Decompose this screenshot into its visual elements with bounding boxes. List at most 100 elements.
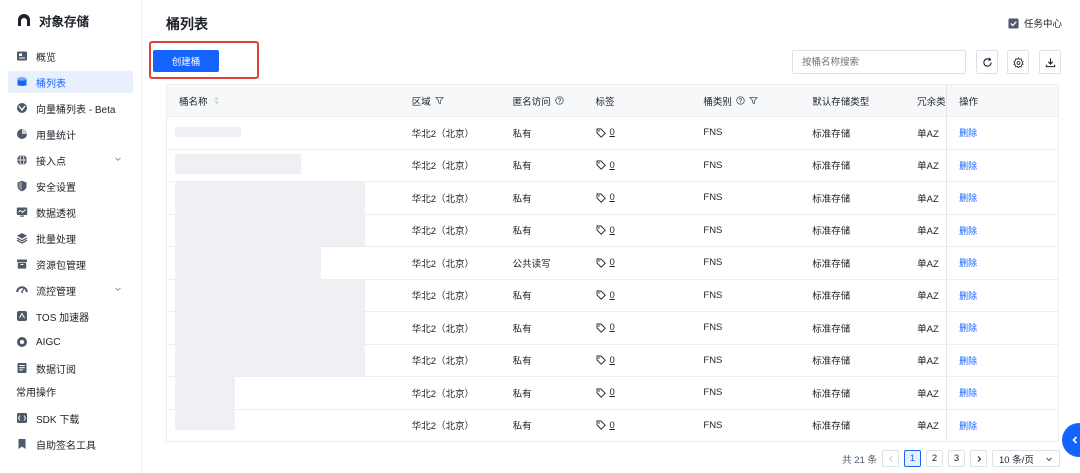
cell-name[interactable] [167, 182, 400, 214]
tag-count[interactable]: 0 [610, 355, 615, 366]
gear-icon [1012, 56, 1024, 68]
delete-link[interactable]: 删除 [959, 159, 977, 172]
cell-access: 私有 [512, 323, 532, 335]
col-access-label: 匿名访问 [512, 96, 551, 108]
cell-name[interactable] [167, 247, 400, 279]
sidebar-item-2[interactable]: 向量桶列表 - Beta [8, 97, 133, 119]
bucket-search-input[interactable] [792, 50, 966, 74]
sidebar-item-label: 资源包管理 [36, 260, 86, 272]
sidebar-item-5[interactable]: 安全设置 [8, 175, 133, 197]
cell-tags[interactable]: 0 [584, 387, 692, 398]
cell-class: FNS [703, 224, 723, 236]
redacted-bucket-name [175, 344, 365, 376]
col-redundancy-header: 冗余类 [909, 94, 946, 108]
page-size-select[interactable]: 10 条/页 [992, 450, 1060, 467]
common-item-0[interactable]: SDK 下载 [8, 407, 133, 429]
cell-name[interactable] [167, 117, 400, 149]
col-tags-header: 标签 [584, 94, 692, 108]
cell-name[interactable] [167, 344, 400, 376]
cell-name[interactable] [167, 279, 400, 311]
cell-tags[interactable]: 0 [584, 160, 692, 171]
help-icon[interactable] [554, 96, 564, 105]
bucket-table: 桶名称 区域 匿名访问 标签 桶类别 默认存储类型 冗余类 操作 华北2（北京）… [166, 84, 1059, 442]
col-redundancy-label: 冗余类 [917, 96, 946, 108]
tag-count[interactable]: 0 [610, 257, 615, 268]
cell-tags[interactable]: 0 [584, 355, 692, 366]
cell-tags[interactable]: 0 [584, 127, 692, 138]
tag-count[interactable]: 0 [610, 387, 615, 398]
sidebar-item-12[interactable]: 数据订阅 [8, 357, 133, 379]
cell-tags[interactable]: 0 [584, 290, 692, 301]
cell-name[interactable] [167, 312, 400, 344]
sidebar-item-3[interactable]: 用量统计 [8, 123, 133, 145]
help-icon[interactable] [736, 96, 745, 105]
redacted-bucket-name [175, 127, 241, 137]
sdk-icon [17, 413, 27, 423]
download-button[interactable] [1039, 50, 1061, 74]
cell-class: FNS [703, 159, 723, 171]
tag-count[interactable]: 0 [610, 322, 615, 333]
table-row: 华北2（北京） 私有 0 FNS 标准存储 单AZ 删除 [167, 312, 1058, 345]
filter-icon[interactable] [748, 96, 758, 105]
cell-storage: 标准存储 [812, 356, 851, 368]
package-icon [17, 259, 27, 269]
sidebar-item-9[interactable]: 流控管理 [8, 279, 133, 301]
delete-link[interactable]: 删除 [959, 354, 977, 367]
delete-link[interactable]: 删除 [959, 419, 977, 432]
tag-count[interactable]: 0 [610, 160, 615, 171]
sidebar-item-6[interactable]: 数据透视 [8, 201, 133, 223]
tag-count[interactable]: 0 [610, 290, 615, 301]
sidebar-item-7[interactable]: 批量处理 [8, 227, 133, 249]
cell-tags[interactable]: 0 [584, 420, 692, 431]
col-class-header[interactable]: 桶类别 [691, 94, 800, 108]
sidebar-item-10[interactable]: TOS 加速器 [8, 305, 133, 327]
cell-region: 华北2（北京） [411, 421, 475, 433]
delete-link[interactable]: 删除 [959, 386, 977, 399]
cell-name[interactable] [167, 377, 400, 409]
table-row: 华北2（北京） 私有 0 FNS 标准存储 单AZ 删除 [167, 409, 1058, 442]
tag-count[interactable]: 0 [610, 420, 615, 431]
delete-link[interactable]: 删除 [959, 321, 977, 334]
cell-name[interactable] [167, 214, 400, 246]
col-name-header[interactable]: 桶名称 [167, 85, 400, 116]
tag-icon [596, 388, 606, 398]
cell-ops: 删除 [946, 182, 1058, 214]
common-item-1[interactable]: 自助签名工具 [8, 433, 133, 455]
cell-name[interactable] [167, 409, 400, 442]
page-1-button[interactable]: 1 [904, 450, 921, 467]
page-3-button[interactable]: 3 [948, 450, 965, 467]
delete-link[interactable]: 删除 [959, 256, 977, 269]
delete-link[interactable]: 删除 [959, 126, 977, 139]
create-bucket-button[interactable]: 创建桶 [153, 50, 219, 72]
tag-count[interactable]: 0 [610, 127, 615, 138]
sidebar-item-11[interactable]: AIGC [8, 331, 133, 353]
delete-link[interactable]: 删除 [959, 224, 977, 237]
page-2-button[interactable]: 2 [926, 450, 943, 467]
cell-tags[interactable]: 0 [584, 192, 692, 203]
sidebar-item-8[interactable]: 资源包管理 [8, 253, 133, 275]
cell-tags[interactable]: 0 [584, 257, 692, 268]
cell-tags[interactable]: 0 [584, 322, 692, 333]
sidebar-item-1[interactable]: 桶列表 [8, 71, 133, 93]
cell-name[interactable] [167, 150, 400, 182]
cell-tags[interactable]: 0 [584, 225, 692, 236]
download-icon [1045, 57, 1055, 67]
cell-access: 私有 [512, 388, 532, 400]
task-center-link[interactable]: 任务中心 [1008, 16, 1062, 30]
tag-count[interactable]: 0 [610, 225, 615, 236]
delete-link[interactable]: 删除 [959, 191, 977, 204]
delete-link[interactable]: 删除 [959, 289, 977, 302]
cell-access: 私有 [512, 421, 532, 433]
col-region-header[interactable]: 区域 [400, 94, 501, 108]
subscription-icon [17, 363, 27, 373]
refresh-button[interactable] [976, 50, 998, 74]
prev-page-button[interactable] [882, 450, 899, 467]
tag-count[interactable]: 0 [610, 192, 615, 203]
next-page-button[interactable] [970, 450, 987, 467]
sidebar-item-0[interactable]: 概览 [8, 45, 133, 67]
globe-icon [17, 154, 27, 166]
sidebar-item-4[interactable]: 接入点 [8, 149, 133, 171]
settings-button[interactable] [1007, 50, 1029, 74]
tag-icon [596, 258, 606, 268]
redacted-bucket-name [175, 279, 365, 311]
